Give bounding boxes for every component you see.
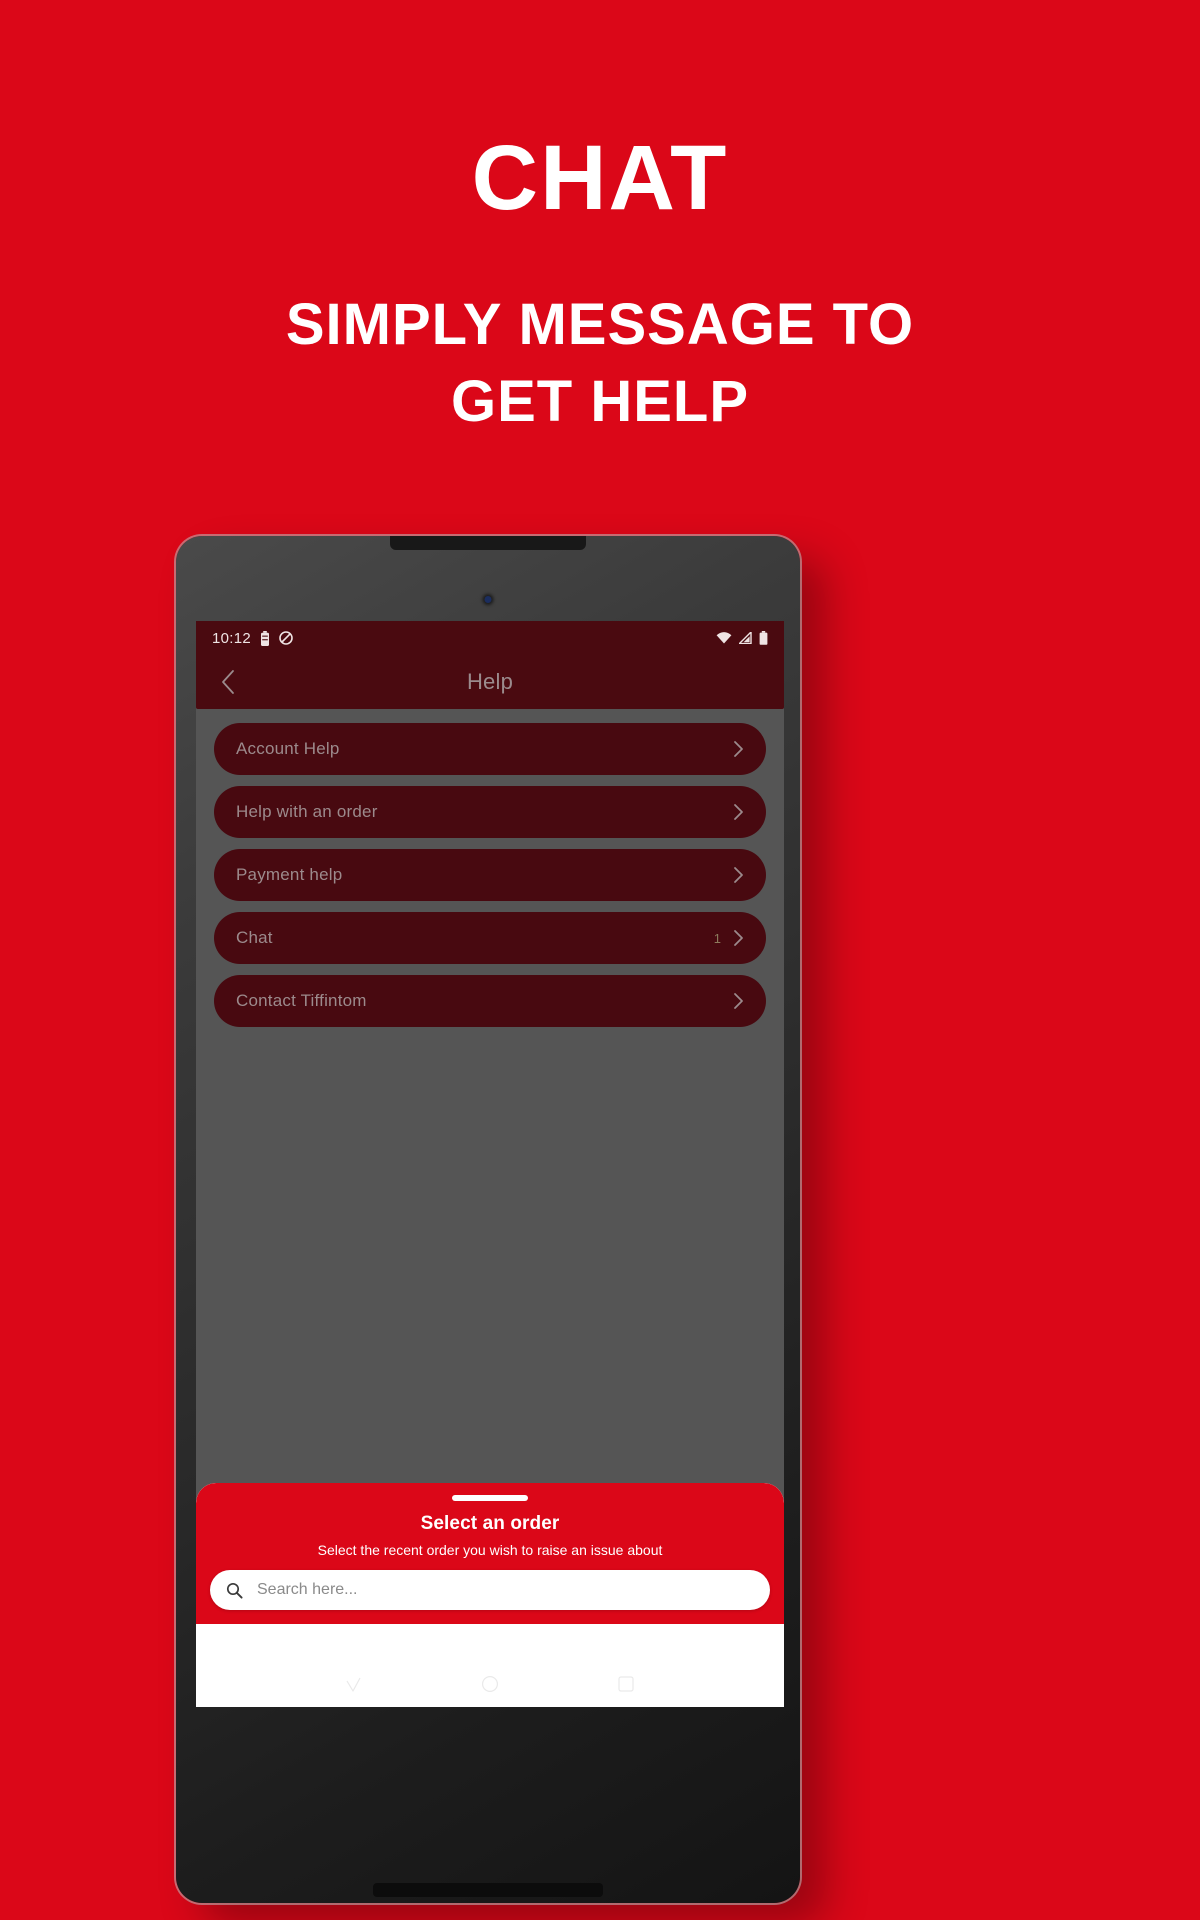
status-bar: 10:12 — [196, 621, 784, 655]
device-bottom-speaker — [373, 1883, 603, 1897]
menu-item-label: Account Help — [236, 739, 340, 758]
help-menu-list: Account Help Help with an order Payment … — [196, 709, 784, 1027]
device-speaker-notch — [390, 536, 586, 550]
chevron-right-icon — [733, 992, 744, 1010]
app-bar: Help — [196, 655, 784, 709]
menu-item-label: Chat — [236, 928, 273, 947]
wifi-icon — [716, 632, 732, 644]
sheet-drag-handle[interactable] — [452, 1495, 528, 1501]
menu-item-contact-tiffintom[interactable]: Contact Tiffintom — [214, 975, 766, 1027]
chevron-left-icon — [219, 669, 237, 695]
menu-item-trailing — [721, 740, 744, 758]
menu-item-trailing: 1 — [714, 929, 744, 947]
menu-item-label: Contact Tiffintom — [236, 991, 367, 1010]
recents-nav-button[interactable] — [616, 1674, 636, 1694]
status-bar-left: 10:12 — [212, 630, 293, 647]
menu-item-trailing — [721, 803, 744, 821]
back-nav-button[interactable] — [344, 1674, 364, 1694]
menu-item-trailing — [721, 992, 744, 1010]
battery-icon — [260, 630, 270, 646]
bottom-sheet-subtitle: Select the recent order you wish to rais… — [317, 1542, 663, 1558]
status-bar-right — [716, 631, 768, 645]
front-camera-icon — [484, 596, 492, 603]
promo-subtitle: SIMPLY MESSAGE TO GET HELP — [285, 292, 915, 435]
promo-title: CHAT — [471, 127, 729, 229]
bottom-sheet-header: Select an order Select the recent order … — [196, 1483, 784, 1624]
menu-item-payment-help[interactable]: Payment help — [214, 849, 766, 901]
cellular-signal-icon — [739, 632, 752, 644]
chevron-right-icon — [733, 866, 744, 884]
phone-screen: 10:12 Help Account Help Help with an ord… — [196, 621, 784, 1707]
do-not-disturb-icon — [279, 631, 293, 645]
chevron-right-icon — [733, 740, 744, 758]
menu-item-chat[interactable]: Chat 1 — [214, 912, 766, 964]
search-icon — [226, 1582, 243, 1599]
chevron-right-icon — [733, 929, 744, 947]
page-title: Help — [466, 669, 514, 694]
menu-item-help-with-an-order[interactable]: Help with an order — [214, 786, 766, 838]
bottom-sheet-title: Select an order — [420, 1513, 560, 1534]
order-search-bar[interactable] — [210, 1570, 770, 1610]
search-input[interactable] — [255, 1580, 754, 1600]
tablet-device-frame: 10:12 Help Account Help Help with an ord… — [176, 536, 800, 1903]
back-button[interactable] — [214, 668, 242, 696]
menu-item-account-help[interactable]: Account Help — [214, 723, 766, 775]
battery-icon — [759, 631, 768, 645]
chevron-right-icon — [733, 803, 744, 821]
android-navigation-bar — [196, 1661, 784, 1707]
home-nav-button[interactable] — [480, 1674, 500, 1694]
menu-item-trailing — [721, 866, 744, 884]
promo-banner: CHAT SIMPLY MESSAGE TO GET HELP — [0, 0, 1200, 440]
menu-item-label: Payment help — [236, 865, 343, 884]
menu-item-label: Help with an order — [236, 802, 378, 821]
menu-item-badge: 1 — [713, 930, 721, 946]
status-bar-clock: 10:12 — [212, 629, 252, 647]
